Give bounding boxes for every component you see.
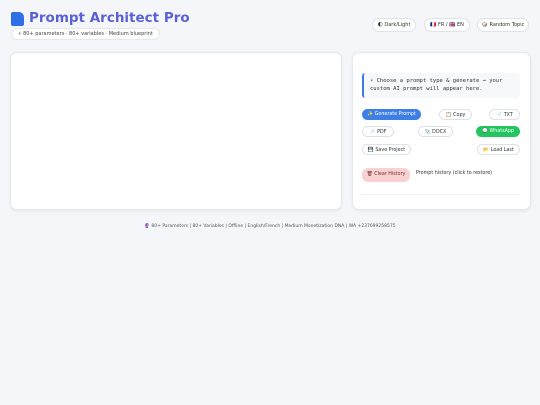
footer-info: 🔮 80+ Parameters | 80+ Variables | Offli… [144, 224, 396, 229]
export-txt-button[interactable]: 📄 TXT [489, 109, 520, 120]
save-project-button[interactable]: 💾 Save Project [362, 144, 411, 155]
output-placeholder-line1: ⚡ Choose a prompt type & generate → your [370, 78, 503, 84]
export-pdf-button[interactable]: 📄 PDF [362, 126, 394, 137]
load-last-button[interactable]: 📂 Load Last [477, 144, 520, 155]
copy-button[interactable]: 📋 Copy [439, 109, 472, 120]
whatsapp-button[interactable]: 💬 WhatsApp [476, 126, 520, 137]
output-placeholder-line2: custom AI prompt will appear here. [370, 86, 483, 92]
logo-icon [11, 12, 24, 26]
generate-prompt-button[interactable]: ✨ Generate Prompt [362, 109, 421, 120]
language-toggle-button[interactable]: 🇫🇷 FR / 🇬🇧 EN [424, 18, 470, 32]
export-docx-button[interactable]: 📎 DOCX [418, 126, 453, 137]
random-topic-button[interactable]: 🎲 Random Topic [477, 18, 529, 32]
clear-history-button[interactable]: 🗑 Clear History [362, 168, 410, 182]
stats-badge: ⚡ 80+ parameters · 80+ variables · Mediu… [11, 28, 160, 40]
prompt-output-box: ⚡ Choose a prompt type & generate → your… [362, 73, 520, 98]
editor-panel [10, 52, 342, 210]
history-divider [362, 194, 520, 195]
history-label: Prompt history (click to restore) [416, 171, 493, 176]
app-title: Prompt Architect Pro [29, 10, 190, 26]
dark-light-toggle-button[interactable]: 🌓 Dark/Light [372, 18, 416, 32]
